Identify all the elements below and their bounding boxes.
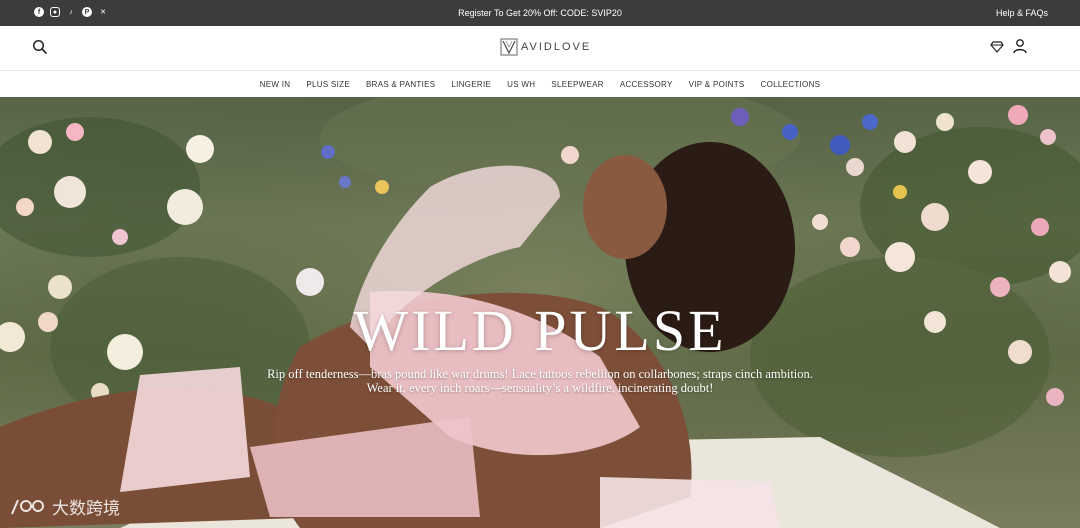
nav-lingerie[interactable]: LINGERIE (443, 80, 499, 89)
nav-sleepwear[interactable]: SLEEPWEAR (543, 80, 612, 89)
watermark: 大数跨境 (8, 494, 120, 519)
brand-logo[interactable]: AVIDLOVE (500, 38, 591, 56)
diamond-icon[interactable] (990, 40, 1004, 54)
logo-mark-icon (500, 38, 518, 56)
logo-text: AVIDLOVE (521, 41, 592, 53)
main-nav: NEW IN PLUS SIZE BRAS & PANTIES LINGERIE… (0, 71, 1080, 97)
nav-accessory[interactable]: ACCESSORY (612, 80, 681, 89)
hero-banner[interactable]: WILD PULSE Rip off tenderness—bras pound… (0, 97, 1080, 528)
search-icon[interactable] (32, 39, 48, 55)
hero-subtitle: Rip off tenderness—bras pound like war d… (0, 367, 1080, 395)
nav-vip-points[interactable]: VIP & POINTS (681, 80, 753, 89)
nav-plus-size[interactable]: PLUS SIZE (298, 80, 358, 89)
nav-new-in[interactable]: NEW IN (252, 80, 299, 89)
nav-bras-panties[interactable]: BRAS & PANTIES (358, 80, 443, 89)
user-icon[interactable] (1012, 38, 1028, 54)
nav-collections[interactable]: COLLECTIONS (753, 80, 829, 89)
help-faqs-link[interactable]: Help & FAQs (996, 8, 1048, 18)
promo-text[interactable]: Register To Get 20% Off: CODE: SVIP20 (0, 8, 1080, 18)
nav-us-wh[interactable]: US WH (499, 80, 543, 89)
hero-subtitle-line-1: Rip off tenderness—bras pound like war d… (267, 367, 813, 381)
hero-title: WILD PULSE (353, 298, 727, 363)
site-header: AVIDLOVE (0, 26, 1080, 71)
announcement-bar: f ● ♪ P ✕ Register To Get 20% Off: CODE:… (0, 0, 1080, 26)
hero-subtitle-line-2: Wear it, every inch roars—sensuality’s a… (366, 381, 714, 395)
watermark-logo-icon (11, 499, 44, 514)
watermark-text: 大数跨境 (52, 499, 120, 519)
